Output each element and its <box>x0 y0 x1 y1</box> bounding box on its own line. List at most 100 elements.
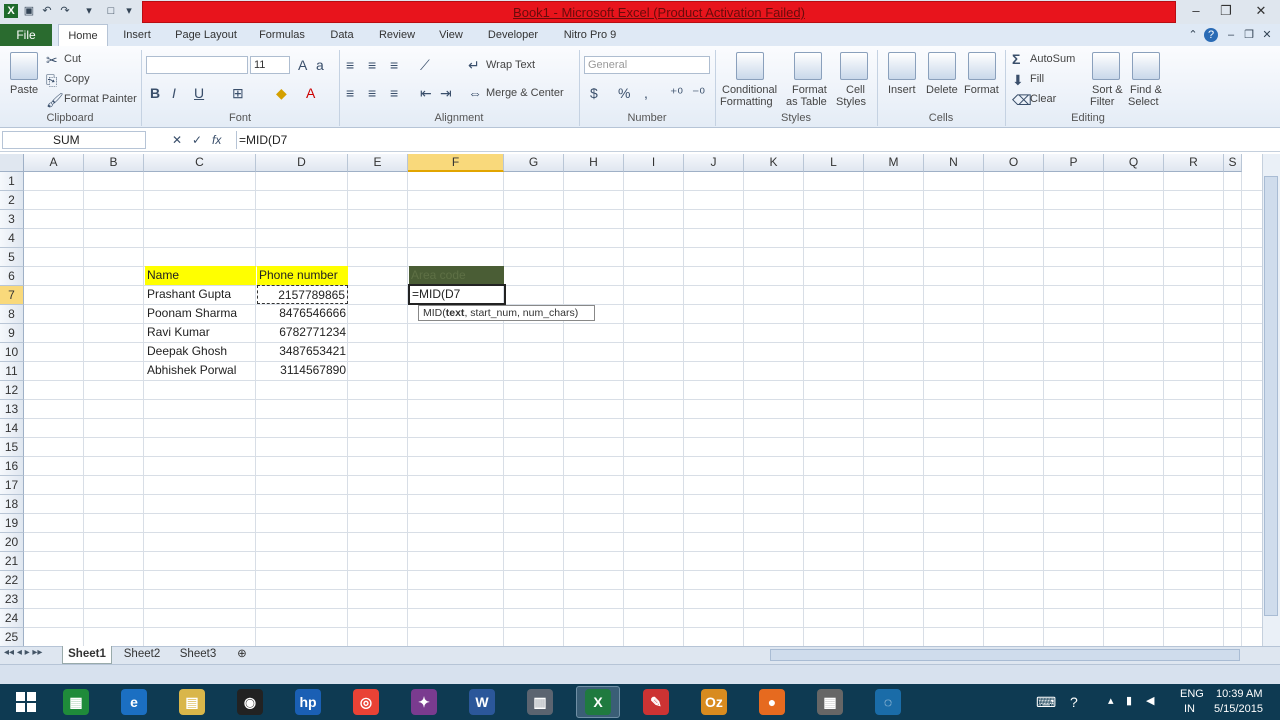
phone-cell[interactable]: 6782771234 <box>257 323 348 342</box>
taskbar-app-files[interactable]: ▥ <box>518 686 562 718</box>
row-header-16[interactable]: 16 <box>0 457 24 476</box>
align-bottom-icon[interactable]: ≡ <box>390 57 398 73</box>
keyboard-icon[interactable]: ⌨ <box>1036 694 1056 711</box>
column-header-m[interactable]: M <box>864 154 924 172</box>
column-header-q[interactable]: Q <box>1104 154 1164 172</box>
shrink-font-icon[interactable]: a <box>316 57 324 73</box>
cell-f6[interactable]: Area code <box>409 266 504 285</box>
row-header-11[interactable]: 11 <box>0 362 24 381</box>
redo-icon[interactable]: ↷ <box>58 4 72 18</box>
taskbar-app-excel[interactable]: X <box>576 686 620 718</box>
row-header-21[interactable]: 21 <box>0 552 24 571</box>
formula-input[interactable]: =MID(D7 <box>236 131 1276 149</box>
paste-icon[interactable] <box>10 52 38 80</box>
maximize-button[interactable]: ❐ <box>1212 2 1240 20</box>
save-icon[interactable]: ▣ <box>22 4 36 18</box>
sort-filter-icon[interactable] <box>1092 52 1120 80</box>
orientation-icon[interactable]: ⟋ <box>420 57 430 73</box>
align-top-icon[interactable]: ≡ <box>346 57 354 73</box>
find-select-icon[interactable] <box>1132 52 1160 80</box>
row-header-22[interactable]: 22 <box>0 571 24 590</box>
tooltip-bold-arg[interactable]: text <box>446 307 465 319</box>
underline-button[interactable]: U <box>194 85 204 101</box>
format-painter-icon[interactable]: 🖌 <box>46 92 64 108</box>
sheet-nav-arrows-icon[interactable]: ◂◂ ◂ ▸ ▸▸ <box>4 647 42 658</box>
merge-center-icon[interactable]: ⇔ <box>468 85 482 101</box>
cell-styles-icon[interactable] <box>840 52 868 80</box>
row-header-17[interactable]: 17 <box>0 476 24 495</box>
taskbar-app-camera[interactable]: ◉ <box>228 686 272 718</box>
tab-developer[interactable]: Developer <box>480 24 546 46</box>
tray-chevron-icon[interactable]: ▴ <box>1108 694 1114 707</box>
taskbar-app-hp[interactable]: hp <box>286 686 330 718</box>
column-header-k[interactable]: K <box>744 154 804 172</box>
name-cell[interactable]: Abhishek Porwal <box>145 361 256 380</box>
taskbar-app-chrome[interactable]: ◎ <box>344 686 388 718</box>
network-icon[interactable]: ▮ <box>1126 694 1132 707</box>
taskbar-app-internet-explorer[interactable]: e <box>112 686 156 718</box>
column-header-p[interactable]: P <box>1044 154 1104 172</box>
name-cell[interactable]: Deepak Ghosh <box>145 342 256 361</box>
active-cell-f7[interactable]: =MID(D7 <box>408 284 506 305</box>
conditional-formatting-button[interactable]: Conditional <box>722 84 777 96</box>
taskbar-app-windows-store[interactable]: ▦ <box>54 686 98 718</box>
sort-filter-button[interactable]: Sort & <box>1092 84 1123 96</box>
help-icon[interactable]: ? <box>1204 28 1218 42</box>
tab-file[interactable]: File <box>0 24 52 46</box>
delete-cells-button[interactable]: Delete <box>926 84 958 96</box>
increase-indent-icon[interactable]: ⇥ <box>440 85 452 101</box>
name-cell[interactable]: Poonam Sharma <box>145 304 256 323</box>
align-middle-icon[interactable]: ≡ <box>368 57 376 73</box>
row-header-19[interactable]: 19 <box>0 514 24 533</box>
tab-review[interactable]: Review <box>372 24 422 46</box>
row-header-7[interactable]: 7 <box>0 286 24 305</box>
name-cell[interactable]: Prashant Gupta <box>145 285 256 304</box>
workbook-restore-icon[interactable]: ❐ <box>1242 28 1256 42</box>
currency-button[interactable]: $ <box>590 85 598 101</box>
row-header-24[interactable]: 24 <box>0 609 24 628</box>
clear-icon[interactable]: ⌫ <box>1012 92 1032 108</box>
row-header-23[interactable]: 23 <box>0 590 24 609</box>
collapse-ribbon-icon[interactable]: ⌃ <box>1186 28 1200 42</box>
sheet-tab-sheet2[interactable]: Sheet2 <box>116 646 168 664</box>
select-all-button[interactable] <box>0 154 24 172</box>
delete-cells-icon[interactable] <box>928 52 956 80</box>
autosum-button[interactable]: AutoSum <box>1030 53 1075 65</box>
language-indicator[interactable]: ENG <box>1180 688 1204 700</box>
column-header-b[interactable]: B <box>84 154 144 172</box>
insert-cells-icon[interactable] <box>888 52 916 80</box>
clock-time[interactable]: 10:39 AM <box>1216 688 1262 700</box>
insert-function-icon[interactable]: fx <box>212 132 221 148</box>
cancel-icon[interactable]: ✕ <box>172 132 182 148</box>
cut-button[interactable]: Cut <box>64 53 81 65</box>
phone-cell[interactable]: 3487653421 <box>257 342 348 361</box>
column-header-h[interactable]: H <box>564 154 624 172</box>
row-header-3[interactable]: 3 <box>0 210 24 229</box>
row-header-20[interactable]: 20 <box>0 533 24 552</box>
phone-cell[interactable]: 3114567890 <box>257 361 348 380</box>
dropdown-icon[interactable]: ▾ <box>122 4 136 18</box>
column-header-l[interactable]: L <box>804 154 864 172</box>
number-format-select[interactable]: General <box>584 56 710 74</box>
insert-cells-button[interactable]: Insert <box>888 84 916 96</box>
font-size-select[interactable]: 11 <box>250 56 290 74</box>
phone-cell-copied[interactable]: 2157789865 <box>257 285 348 304</box>
workbook-minimize-icon[interactable]: – <box>1224 28 1238 42</box>
column-header-j[interactable]: J <box>684 154 744 172</box>
font-name-select[interactable] <box>146 56 248 74</box>
merge-center-button[interactable]: Merge & Center <box>486 87 564 99</box>
cell-d6[interactable]: Phone number <box>257 266 348 285</box>
new-icon[interactable]: □ <box>104 4 118 18</box>
format-as-table-icon[interactable] <box>794 52 822 80</box>
copy-button[interactable]: Copy <box>64 73 90 85</box>
volume-icon[interactable]: ◀ <box>1146 694 1154 707</box>
insert-sheet-icon[interactable]: ⊕ <box>230 646 254 664</box>
tab-page-layout[interactable]: Page Layout <box>168 24 244 46</box>
fill-icon[interactable]: ⬇ <box>1012 72 1024 88</box>
row-header-25[interactable]: 25 <box>0 628 24 647</box>
excel-icon[interactable]: X <box>4 4 18 18</box>
align-right-icon[interactable]: ≡ <box>390 85 398 101</box>
wrap-text-button[interactable]: Wrap Text <box>486 59 535 71</box>
tab-home[interactable]: Home <box>58 24 108 46</box>
clear-button[interactable]: Clear <box>1030 93 1056 105</box>
